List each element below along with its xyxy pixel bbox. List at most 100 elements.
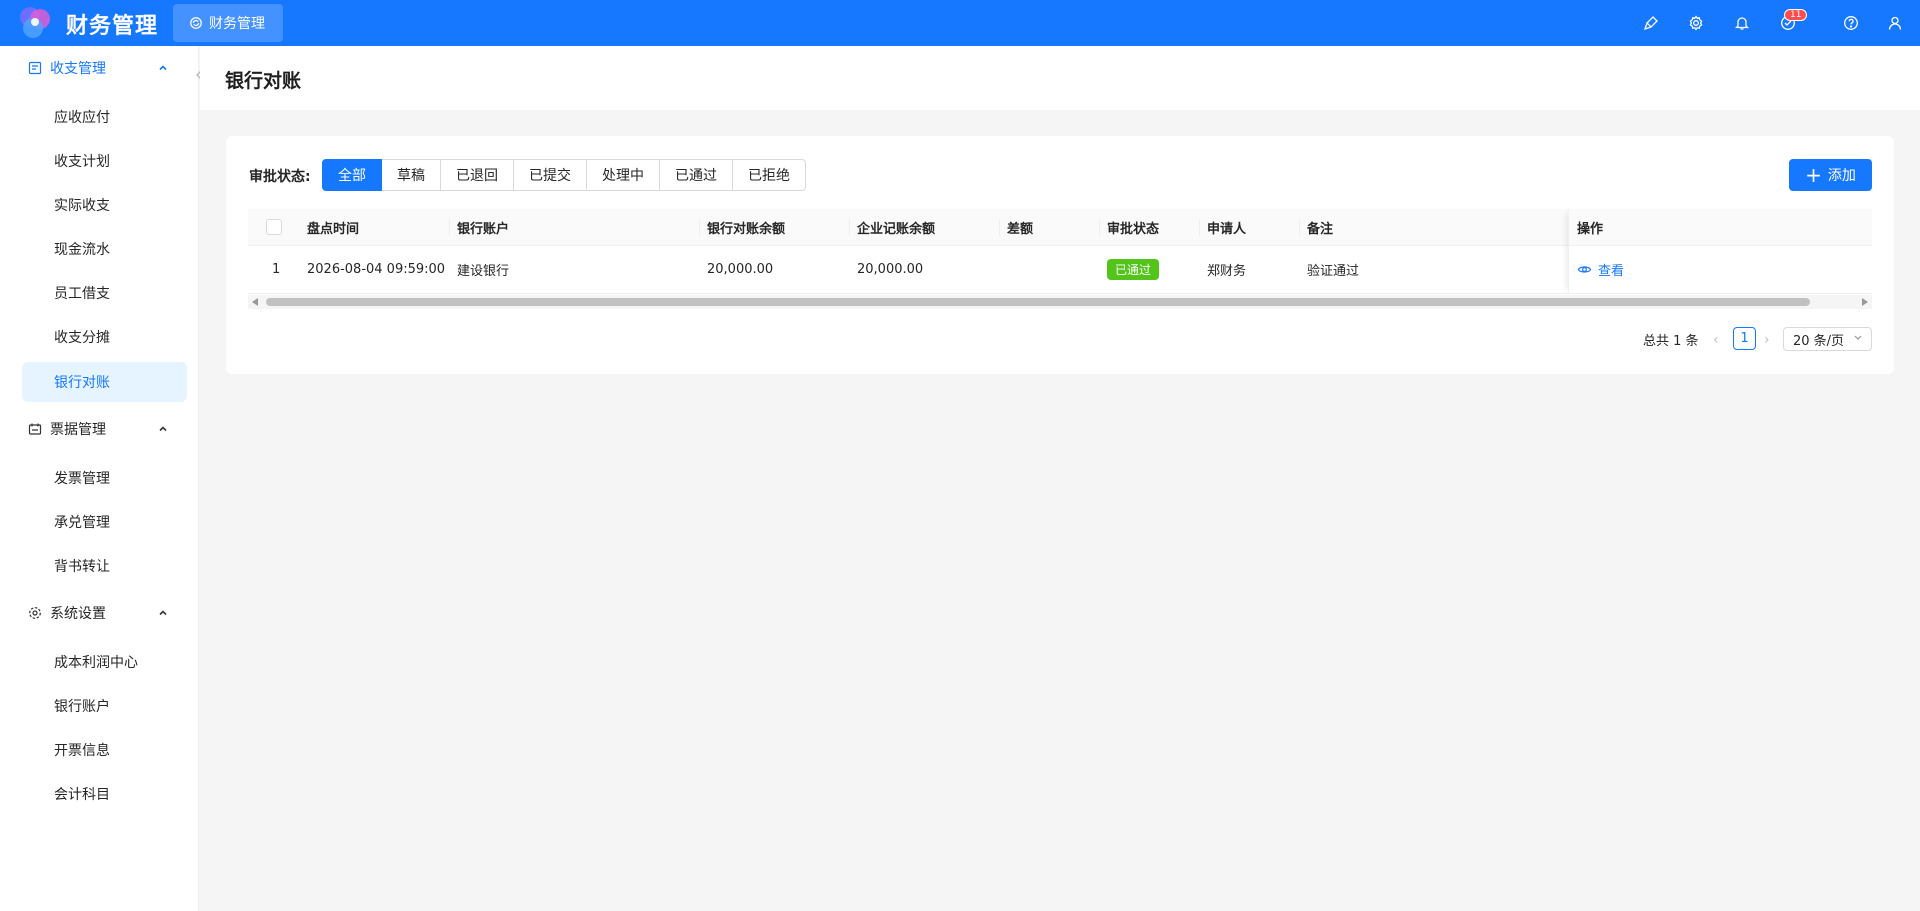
cell-account: 建设银行 [457,264,510,279]
page-header: 银行对账 [200,46,1920,110]
sidebar-group-label: 票据管理 [50,422,106,438]
receipt-icon [28,61,42,75]
fixed-action-column [1568,209,1872,294]
cell-remark: 验证通过 [1307,264,1360,279]
approval-status-label: 审批状态: [249,169,311,185]
status-badge: 已通过 [1107,259,1160,280]
sidebar-group-income-expense[interactable]: 收支管理 [0,46,199,90]
app-logo-icon [20,7,50,38]
filter-option-processing[interactable]: 处理中 [586,159,660,191]
sidebar-item-bank-account[interactable]: 银行账户 [22,686,187,726]
row-index: 1 [272,262,281,277]
sidebar-item-label: 收支分摊 [54,330,110,346]
sidebar-item-label: 银行账户 [54,699,110,715]
filter-option-all[interactable]: 全部 [322,159,382,191]
cell-status: 已通过 [1107,246,1160,293]
sidebar-item-actual[interactable]: 实际收支 [22,185,187,225]
sidebar-item-cash-flow[interactable]: 现金流水 [22,229,187,269]
sidebar-group-label: 系统设置 [50,606,106,622]
sidebar-item-label: 成本利润中心 [54,655,138,671]
col-header-applicant[interactable]: 申请人 [1198,209,1246,245]
sidebar-item-employee-loan[interactable]: 员工借支 [22,273,187,313]
col-header-diff[interactable]: 差额 [998,209,1033,245]
col-header-account[interactable]: 银行账户 [448,209,509,245]
bell-icon[interactable] [1734,15,1750,31]
page-title: 银行对账 [225,70,302,92]
prev-page-icon[interactable]: ‹ [1713,332,1719,348]
horizontal-scrollbar[interactable] [248,295,1872,309]
settings-icon [29,607,41,619]
cell-book-balance: 20,000.00 [857,262,924,277]
select-all-checkbox[interactable] [266,219,282,235]
filter-option-submitted[interactable]: 已提交 [513,159,587,191]
app-title: 财务管理 [66,14,159,39]
sidebar-item-allocation[interactable]: 收支分摊 [22,317,187,357]
scrollbar-thumb[interactable] [266,298,1810,306]
plus-icon: + [1805,163,1822,187]
sidebar-item-label: 承兑管理 [54,515,110,531]
add-button[interactable]: + 添加 [1789,159,1872,191]
col-header-remark[interactable]: 备注 [1298,209,1333,245]
sidebar-item-invoice[interactable]: 发票管理 [22,458,187,498]
filter-option-returned[interactable]: 已退回 [440,159,514,191]
pagination-total: 总共 1 条 [1643,334,1699,349]
sidebar-item-label: 开票信息 [54,743,110,759]
app-tab-finance[interactable]: 财务管理 [173,4,283,42]
approval-status-filter: 全部 草稿 已退回 已提交 处理中 已通过 已拒绝 [322,159,806,191]
app-tab-label: 财务管理 [209,16,265,32]
current-page-button[interactable]: 1 [1733,327,1756,350]
select-all-cell [266,209,282,245]
sidebar-item-plan[interactable]: 收支计划 [22,141,187,181]
gear-icon[interactable] [1688,15,1704,31]
col-header-status[interactable]: 审批状态 [1098,209,1159,245]
cell-applicant: 郑财务 [1207,264,1247,279]
filter-option-approved[interactable]: 已通过 [659,159,733,191]
chevron-down-icon [1854,335,1862,340]
page-size-value: 20 条/页 [1793,333,1845,349]
sidebar-item-label: 背书转让 [54,559,110,575]
ticket-icon [28,423,42,435]
sidebar-item-label: 发票管理 [54,471,110,487]
scroll-left-arrow-icon[interactable] [252,298,258,306]
top-header: 财务管理 财务管理 11 [0,0,1920,46]
col-header-time[interactable]: 盘点时间 [307,209,359,245]
sidebar-item-label: 银行对账 [54,375,110,391]
sidebar-item-billing-info[interactable]: 开票信息 [22,730,187,770]
chevron-up-icon [159,65,167,71]
sidebar-item-bank-reconciliation[interactable]: 银行对账 [22,362,187,402]
col-header-bank-balance[interactable]: 银行对账余额 [698,209,785,245]
sync-icon [190,17,202,29]
sidebar-item-receivable-payable[interactable]: 应收应付 [22,97,187,137]
cell-time: 2026-08-04 09:59:00 [307,262,446,277]
sidebar-item-label: 员工借支 [54,286,110,302]
sidebar-group-label: 收支管理 [50,61,106,77]
sidebar-item-label: 应收应付 [54,110,110,126]
sidebar-item-cost-center[interactable]: 成本利润中心 [22,642,187,682]
sidebar-item-label: 收支计划 [54,154,110,170]
sidebar-group-bills[interactable]: 票据管理 [0,407,199,451]
col-header-book-balance[interactable]: 企业记账余额 [848,209,935,245]
chevron-up-icon [159,426,167,432]
sidebar-item-accounting-subject[interactable]: 会计科目 [22,774,187,814]
filter-option-rejected[interactable]: 已拒绝 [732,159,806,191]
help-icon[interactable] [1843,15,1859,31]
sidebar-menu: 收支管理 应收应付 收支计划 实际收支 现金流水 员工借支 收支分摊 银行对账 … [0,46,199,911]
scroll-right-arrow-icon[interactable] [1862,298,1868,306]
content-card: 审批状态: 全部 草稿 已退回 已提交 处理中 已通过 已拒绝 + 添加 盘点时… [226,136,1894,374]
add-button-label: 添加 [1827,168,1856,184]
brush-icon[interactable] [1643,15,1659,31]
sidebar-item-label: 现金流水 [54,242,110,258]
cell-bank-balance: 20,000.00 [707,262,774,277]
user-icon[interactable] [1887,15,1903,31]
page-size-select[interactable]: 20 条/页 [1783,327,1872,351]
chevron-up-icon [159,610,167,616]
sidebar-item-label: 实际收支 [54,198,110,214]
filter-option-draft[interactable]: 草稿 [381,159,441,191]
next-page-icon[interactable]: › [1764,332,1770,348]
sidebar-item-acceptance[interactable]: 承兑管理 [22,502,187,542]
notification-badge: 11 [1784,9,1808,21]
sidebar-group-settings[interactable]: 系统设置 [0,591,199,635]
reconciliation-table: 盘点时间 银行账户 银行对账余额 企业记账余额 差额 审批状态 申请人 备注 操… [248,209,1872,294]
sidebar-item-endorsement[interactable]: 背书转让 [22,546,187,586]
sidebar-item-label: 会计科目 [54,787,110,803]
